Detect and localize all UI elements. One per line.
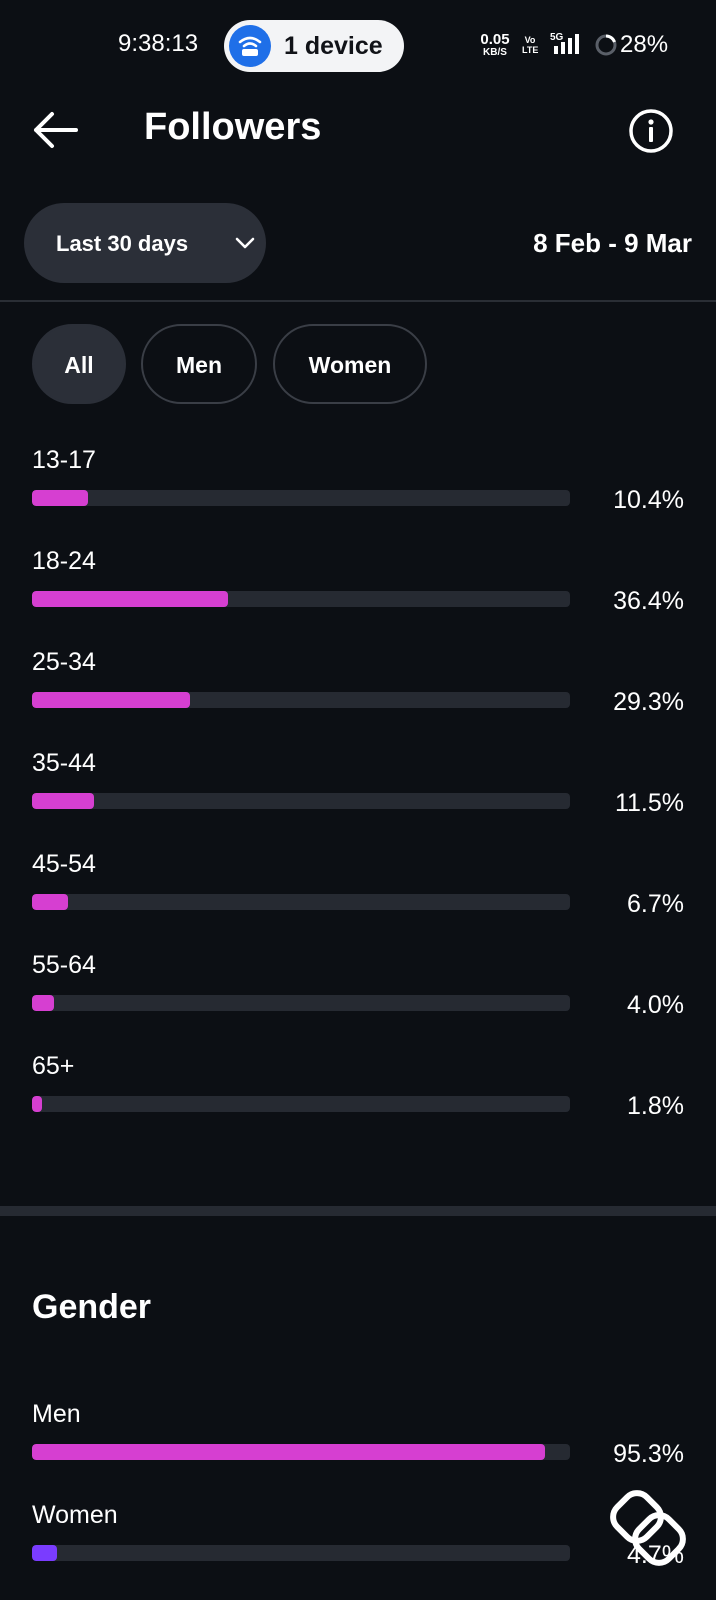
battery-percent: 28% <box>620 31 669 58</box>
section-divider <box>0 1206 716 1216</box>
age-row-18-24: 18-24 36.4% <box>0 547 716 647</box>
age-bar-fill <box>32 692 190 708</box>
network-speed: 0.05 KB/S <box>478 31 512 58</box>
age-row-65-plus: 65+ 1.8% <box>0 1052 716 1152</box>
age-bar-track <box>32 692 570 708</box>
volte-top-text: Vo <box>524 35 536 45</box>
age-label: 18-24 <box>32 547 96 575</box>
age-label: 45-54 <box>32 850 96 878</box>
age-bar-track <box>32 1096 570 1112</box>
status-time: 9:38:13 <box>118 30 199 57</box>
date-range-dropdown-label: Last 30 days <box>56 231 189 256</box>
age-percent: 36.4% <box>613 587 684 615</box>
filter-chip-women[interactable]: Women <box>273 324 427 404</box>
status-bar: 9:38:13 1 device 0.05 KB/S Vo LTE 5G 28% <box>0 0 716 92</box>
battery-icon <box>595 34 617 56</box>
gender-percent: 95.3% <box>613 1440 684 1468</box>
age-bar-track <box>32 995 570 1011</box>
age-label: 25-34 <box>32 648 96 676</box>
age-bar-fill <box>32 1096 42 1112</box>
info-button[interactable] <box>627 107 675 155</box>
age-bar-track <box>32 894 570 910</box>
age-percent: 4.0% <box>627 991 684 1019</box>
date-range-dropdown[interactable]: Last 30 days <box>24 203 266 283</box>
age-percent: 11.5% <box>614 789 684 817</box>
gender-label: Women <box>32 1501 118 1529</box>
signal-strength-icon: 5G <box>550 32 579 54</box>
age-label: 65+ <box>32 1052 75 1080</box>
chevron-down-icon <box>235 237 255 249</box>
age-label: 55-64 <box>32 951 96 979</box>
filter-chip-men[interactable]: Men <box>141 324 257 404</box>
date-range-text: 8 Feb - 9 Mar <box>533 228 692 258</box>
age-percent: 29.3% <box>613 688 684 716</box>
hotspot-indicator[interactable]: 1 device <box>224 20 404 72</box>
age-bar-fill <box>32 490 88 506</box>
age-row-55-64: 55-64 4.0% <box>0 951 716 1051</box>
filter-chip-label: Men <box>176 352 222 378</box>
hotspot-label: 1 device <box>284 32 383 60</box>
age-bar-track <box>32 793 570 809</box>
info-icon <box>629 109 673 153</box>
page-title: Followers <box>144 106 322 148</box>
age-bar-fill <box>32 591 228 607</box>
age-row-25-34: 25-34 29.3% <box>0 648 716 748</box>
age-bar-track <box>32 591 570 607</box>
hotspot-icon <box>229 25 271 67</box>
network-speed-value: 0.05 <box>480 31 510 48</box>
network-speed-unit: KB/S <box>483 47 507 58</box>
back-button[interactable] <box>28 108 84 152</box>
arrow-left-icon <box>34 112 78 148</box>
gender-bar-track <box>32 1545 570 1561</box>
gender-row-men: Men 95.3% <box>0 1400 716 1500</box>
filter-chip-label: All <box>64 352 94 378</box>
age-bar-fill <box>32 894 69 910</box>
volte-bottom-text: LTE <box>522 45 539 55</box>
age-percent: 1.8% <box>627 1092 684 1120</box>
age-row-45-54: 45-54 6.7% <box>0 850 716 950</box>
gender-label: Men <box>32 1400 81 1428</box>
age-bar-fill <box>32 793 94 809</box>
network-type-label: 5G <box>550 32 564 43</box>
age-bar-track <box>32 490 570 506</box>
age-row-13-17: 13-17 10.4% <box>0 446 716 546</box>
age-percent: 6.7% <box>627 890 684 918</box>
gender-bar-track <box>32 1444 570 1460</box>
volte-icon: Vo LTE <box>522 35 538 55</box>
divider <box>0 300 716 302</box>
gender-row-women: Women 4.7% <box>0 1501 716 1600</box>
age-label: 13-17 <box>32 446 96 474</box>
gender-bar-fill <box>32 1545 58 1561</box>
gender-section-title: Gender <box>32 1288 152 1326</box>
gender-bar-fill <box>32 1444 545 1460</box>
age-percent: 10.4% <box>613 486 684 514</box>
filter-chip-all[interactable]: All <box>32 324 126 404</box>
age-bar-fill <box>32 995 54 1011</box>
age-label: 35-44 <box>32 749 96 777</box>
watermark-logo-icon <box>610 1490 686 1566</box>
filter-chip-label: Women <box>308 352 392 378</box>
age-row-35-44: 35-44 11.5% <box>0 749 716 849</box>
